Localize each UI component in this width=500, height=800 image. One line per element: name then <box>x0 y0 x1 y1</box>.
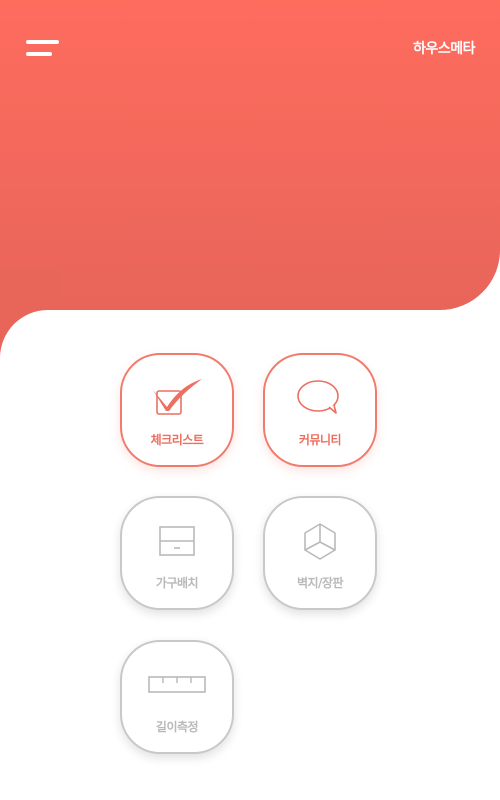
content-panel <box>0 310 500 800</box>
tile-length-measure-label: 길이측정 <box>155 720 199 734</box>
cube-icon <box>265 518 375 564</box>
menu-bar-bottom <box>26 52 52 56</box>
tile-checklist-label: 체크리스트 <box>150 433 204 447</box>
tile-wallpaper-flooring[interactable]: 벽지/장판 <box>263 496 377 610</box>
menu-bar-top <box>26 40 59 44</box>
checklist-icon <box>122 375 232 421</box>
tile-wallpaper-flooring-label: 벽지/장판 <box>296 576 344 590</box>
furniture-cabinet-icon <box>122 518 232 564</box>
speech-bubble-icon <box>265 375 375 421</box>
tile-furniture-layout-label: 가구배치 <box>155 576 199 590</box>
tile-checklist[interactable]: 체크리스트 <box>120 353 234 467</box>
brand-title: 하우스메타 <box>413 41 475 57</box>
tile-community-label: 커뮤니티 <box>298 433 342 447</box>
hamburger-menu-icon[interactable] <box>26 40 60 58</box>
ruler-icon <box>122 662 232 708</box>
tile-length-measure[interactable]: 길이측정 <box>120 640 234 754</box>
tile-community[interactable]: 커뮤니티 <box>263 353 377 467</box>
tile-furniture-layout[interactable]: 가구배치 <box>120 496 234 610</box>
